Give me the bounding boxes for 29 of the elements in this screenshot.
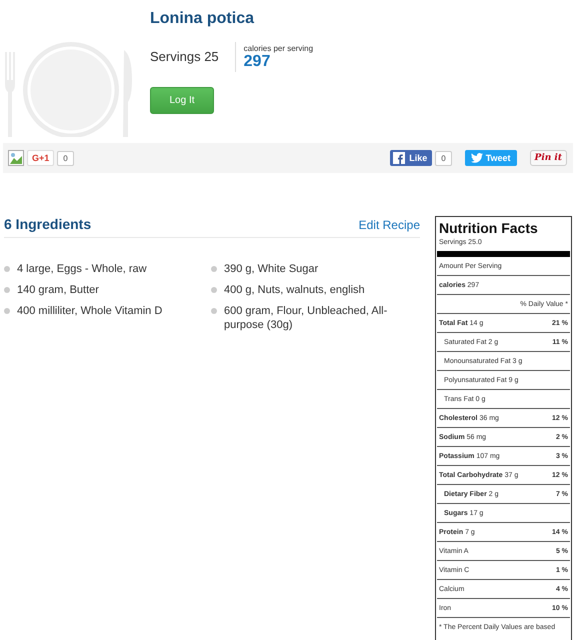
facebook-icon — [393, 152, 406, 164]
broken-image-icon[interactable] — [8, 150, 24, 166]
nutrition-facts-title: Nutrition Facts — [438, 219, 539, 237]
ingredient-item: 4 large, Eggs - Whole, raw — [17, 262, 147, 276]
edit-recipe-link[interactable]: Edit Recipe — [358, 218, 420, 232]
ingredient-item: 600 gram, Flour, Unbleached, All-purpose (30g) — [224, 304, 388, 332]
log-it-button[interactable]: Log It — [150, 87, 214, 114]
google-plus-button[interactable]: G+1 — [27, 150, 54, 166]
ingredient-item: 390 g, White Sugar — [224, 262, 318, 276]
recipe-title: Lonina potica — [150, 10, 256, 28]
bullet-icon — [4, 266, 10, 272]
bullet-icon — [211, 266, 217, 272]
ingredient-item: 140 gram, Butter — [17, 283, 99, 297]
bullet-icon — [4, 308, 10, 314]
bullet-icon — [211, 308, 217, 314]
servings-text: Servings 25 — [150, 42, 236, 72]
pin-it-button[interactable]: Pin it — [530, 150, 567, 166]
ingredients-heading: 6 Ingredients — [4, 216, 92, 232]
calories-label: calories per serving — [244, 44, 314, 52]
bullet-icon — [211, 287, 217, 293]
bullet-icon — [4, 287, 10, 293]
like-count: 0 — [435, 150, 452, 166]
calories-value: 297 — [244, 52, 272, 70]
share-count: 0 — [57, 150, 74, 166]
bird-icon — [470, 153, 483, 163]
ingredient-item: 400 g, Nuts, walnuts, english — [224, 283, 365, 297]
like-button[interactable]: Like — [390, 150, 432, 166]
ingredient-item: 400 milliliter, Whole Vitamin D — [17, 304, 162, 318]
tweet-button[interactable]: Tweet — [464, 150, 517, 166]
